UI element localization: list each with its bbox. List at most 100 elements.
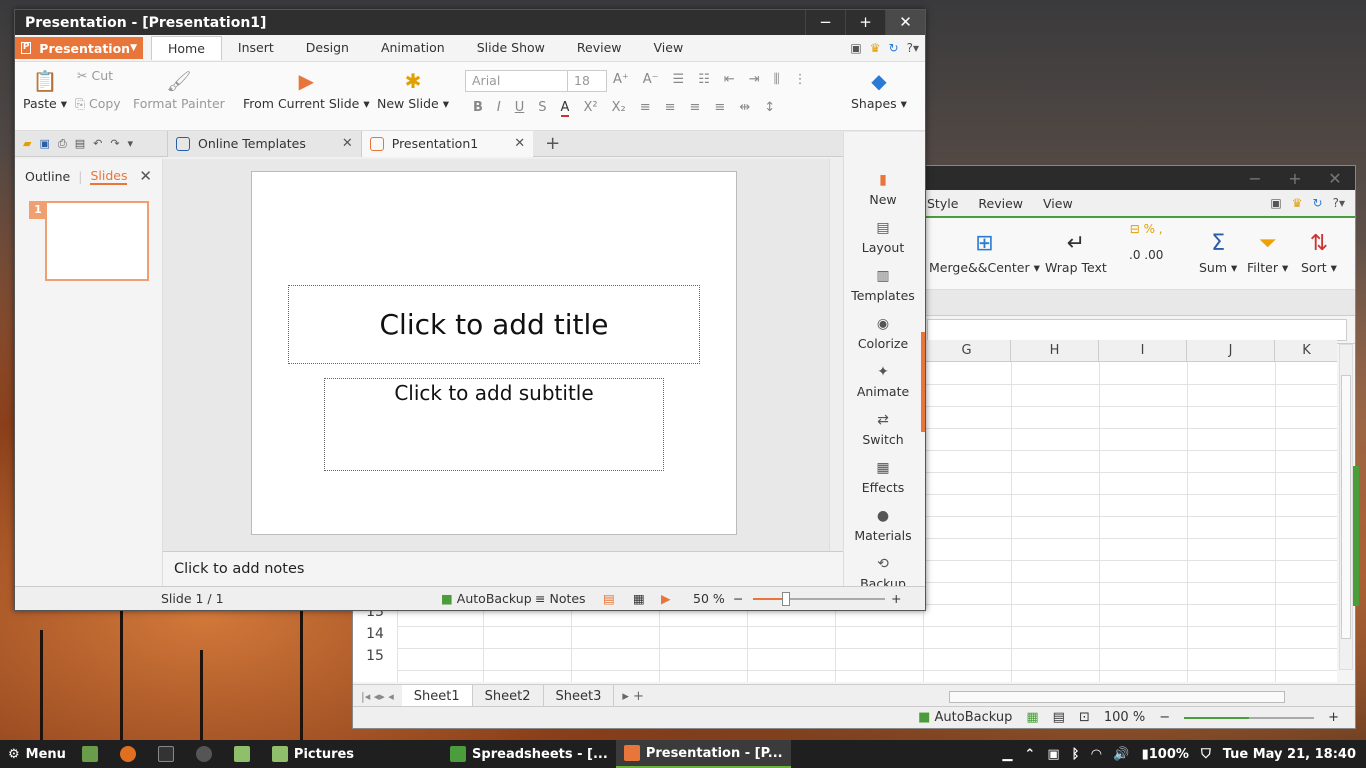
menu-design[interactable]: Design (290, 36, 365, 60)
tab-online-templates[interactable]: Online Templates ✕ (167, 130, 361, 157)
subscript-icon[interactable]: X₂ (612, 100, 626, 117)
side-materials[interactable]: ● Materials (844, 508, 922, 543)
taskbar-pictures[interactable]: Pictures (264, 740, 362, 768)
normal-view-icon[interactable]: ▤ (603, 591, 615, 606)
font-color-icon[interactable]: A (560, 100, 570, 117)
justify-icon[interactable]: ≡ (714, 100, 725, 117)
bullets-icon[interactable]: ☰ (673, 72, 685, 87)
notes-field[interactable]: Click to add notes (163, 551, 843, 588)
print-preview-icon[interactable]: ▤ (75, 137, 85, 151)
maximize-icon[interactable]: + (1275, 169, 1315, 188)
title-placeholder[interactable]: Click to add title (288, 285, 700, 364)
slideshow-icon[interactable]: ▶ (661, 591, 671, 606)
sum-button[interactable]: Σ Sum ▾ (1199, 226, 1237, 276)
wrap-text-button[interactable]: ↵ Wrap Text (1045, 226, 1107, 276)
minimize-icon[interactable]: − (1235, 169, 1275, 188)
row-header[interactable]: 15 (353, 648, 397, 670)
grow-font-icon[interactable]: A⁺ (613, 72, 629, 87)
column-header[interactable]: K (1275, 340, 1337, 362)
close-tab-icon[interactable]: ✕ (514, 136, 525, 151)
tab-presentation1[interactable]: Presentation1 ✕ (360, 130, 534, 157)
copy-button[interactable]: ⎘ Copy (75, 96, 121, 112)
merge-center-button[interactable]: ⊞ Merge&&Center ▾ (929, 226, 1040, 276)
close-pane-icon[interactable]: ✕ (139, 167, 152, 185)
menu-review[interactable]: Review (978, 196, 1043, 211)
volume-icon[interactable]: 🔊 (1113, 747, 1129, 762)
row-header[interactable]: 14 (353, 626, 397, 648)
side-colorize[interactable]: ◉ Colorize (844, 316, 922, 351)
side-layout[interactable]: ▤ Layout (844, 220, 922, 255)
menu-view[interactable]: View (1043, 196, 1093, 211)
distribute-icon[interactable]: ⇹ (739, 100, 750, 117)
help-icon[interactable]: ?▾ (907, 41, 919, 55)
italic-icon[interactable]: I (497, 100, 501, 117)
zoom-in-icon[interactable]: + (1328, 710, 1339, 725)
app-menu-button[interactable]: P Presentation ▼ (15, 37, 143, 59)
currency-icon[interactable]: ⊟ % , (1129, 222, 1163, 236)
numbering-icon[interactable]: ☷ (698, 72, 710, 87)
close-tab-icon[interactable]: ✕ (342, 136, 353, 151)
clipboard-tray-icon[interactable]: ▣ (1047, 747, 1059, 762)
bold-icon[interactable]: B (473, 100, 483, 117)
new-tab-icon[interactable]: + (533, 133, 572, 154)
terminal-launcher[interactable] (150, 740, 188, 768)
column-header[interactable]: G (923, 340, 1011, 362)
zoom-in-icon[interactable]: + (891, 591, 901, 606)
side-effects[interactable]: ▦ Effects (844, 460, 922, 495)
add-sheet-icon[interactable]: ▸ + (614, 689, 652, 704)
zoom-thumb[interactable] (782, 592, 790, 606)
canvas-scrollbar[interactable] (829, 159, 843, 551)
slide-thumbnail[interactable] (45, 201, 149, 281)
subtitle-placeholder[interactable]: Click to add subtitle (324, 378, 664, 471)
battery-indicator[interactable]: ▮100% (1142, 747, 1189, 762)
open-icon[interactable]: ▰ (23, 137, 31, 151)
minimize-icon[interactable]: − (805, 10, 845, 35)
zoom-out-icon[interactable]: − (1159, 710, 1170, 725)
sync-icon[interactable]: ↻ (1313, 196, 1323, 210)
outdent-icon[interactable]: ⇥ (749, 72, 760, 87)
menu-review[interactable]: Review (561, 36, 638, 60)
close-icon[interactable]: ✕ (885, 10, 925, 35)
vertical-scrollbar[interactable] (1339, 344, 1353, 670)
indent-icon[interactable]: ⇤ (724, 72, 735, 87)
help-icon[interactable]: ?▾ (1333, 196, 1345, 210)
sheet-tab[interactable]: Sheet3 (544, 684, 615, 709)
sheet-nav-icon[interactable]: |◂ ◂▸ ◂ (353, 690, 402, 703)
align-center-icon[interactable]: ≡ (665, 100, 676, 117)
shirt-icon[interactable]: ♛ (870, 41, 881, 55)
print-icon[interactable]: ⎙ (58, 137, 67, 151)
wifi-icon[interactable]: ◠ (1091, 747, 1101, 762)
menu-animation[interactable]: Animation (365, 36, 461, 60)
font-size-select[interactable]: 18 (567, 70, 607, 92)
firefox-launcher[interactable] (112, 740, 150, 768)
align-right-icon[interactable]: ≡ (690, 100, 701, 117)
tray-window-icon[interactable]: ▁ (1002, 747, 1012, 762)
shrink-font-icon[interactable]: A⁻ (643, 72, 659, 87)
autobackup-status[interactable]: ■ AutoBackup (918, 710, 1012, 725)
zoom-out-icon[interactable]: − (733, 591, 743, 606)
format-painter-button[interactable]: 🖌 Format Painter (133, 66, 225, 111)
line-spacing-icon[interactable]: ↕ (764, 100, 775, 117)
decimal-icon[interactable]: .0 .00 (1129, 248, 1163, 262)
font-name-select[interactable]: Arial (465, 70, 569, 92)
menu-slide-show[interactable]: Slide Show (461, 36, 561, 60)
sorter-view-icon[interactable]: ▦ (633, 591, 645, 606)
tab-slides[interactable]: Slides (90, 168, 128, 185)
show-desktop-launcher[interactable] (74, 740, 112, 768)
side-animate[interactable]: ✦ Animate (844, 364, 922, 399)
from-current-slide-button[interactable]: ▶ From Current Slide ▾ (243, 66, 370, 111)
customize-icon[interactable]: ▾ (128, 137, 134, 151)
undo-icon[interactable]: ↶ (93, 137, 102, 151)
close-icon[interactable]: ✕ (1315, 169, 1355, 188)
tab-outline[interactable]: Outline (25, 169, 70, 184)
column-header[interactable]: I (1099, 340, 1187, 362)
start-menu-button[interactable]: ⚙ Menu (0, 740, 74, 768)
notes-toggle[interactable]: ≡ Notes (535, 591, 586, 606)
clock[interactable]: Tue May 21, 18:40 (1223, 747, 1356, 762)
app-launcher[interactable] (188, 740, 226, 768)
filter-button[interactable]: ⏷ Filter ▾ (1247, 226, 1288, 276)
underline-icon[interactable]: U (515, 100, 525, 117)
sheet-tab[interactable]: Sheet2 (473, 684, 544, 709)
menu-view[interactable]: View (638, 36, 700, 60)
taskbar-presentation[interactable]: Presentation - [P... (615, 740, 791, 768)
